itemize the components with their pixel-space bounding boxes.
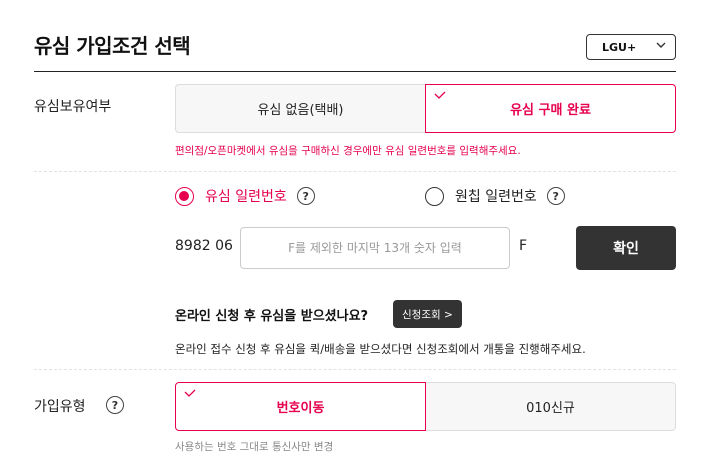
signup-type-note: 사용하는 번호 그대로 통신사만 변경	[175, 441, 334, 453]
serial-number-input[interactable]	[240, 227, 510, 269]
new-010-button[interactable]: 010신규	[426, 382, 676, 431]
radio-button-selected[interactable]	[175, 186, 194, 206]
title-divider	[34, 71, 676, 72]
confirm-button[interactable]: 확인	[576, 226, 676, 270]
new-010-label: 010신규	[526, 401, 575, 416]
usim-none-delivery-label: 유심 없음(택배)	[257, 103, 344, 118]
serial-prefix: 8982 06	[175, 238, 233, 254]
online-inquiry-question: 온라인 신청 후 유심을 받으셨나요?	[175, 309, 369, 324]
number-port-label: 번호이동	[276, 401, 325, 416]
radio-usim-serial[interactable]: 유심 일련번호 ?	[175, 186, 315, 206]
radio-button[interactable]	[425, 186, 444, 206]
application-inquiry-button[interactable]: 신청조회 >	[393, 300, 462, 328]
online-inquiry-description: 온라인 접수 신청 후 유심을 퀵/배송을 받으셨다면 신청조회에서 개통을 진…	[175, 342, 586, 356]
radio-usim-serial-label: 유심 일련번호	[205, 189, 287, 205]
usim-purchased-button[interactable]: 유심 구매 완료	[425, 84, 676, 133]
carrier-select[interactable]: LGU+	[586, 34, 676, 60]
usim-ownership-toggle: 유심 없음(택배) 유심 구매 완료	[175, 84, 676, 133]
section-divider	[34, 171, 676, 172]
page-title: 유심 가입조건 선택	[34, 34, 191, 58]
usim-ownership-label: 유심보유여부	[34, 99, 112, 115]
signup-type-label: 가입유형	[34, 399, 86, 415]
help-icon[interactable]: ?	[106, 396, 124, 414]
help-icon[interactable]: ?	[296, 187, 315, 205]
chevron-down-icon	[656, 42, 666, 48]
carrier-select-value: LGU+	[602, 40, 637, 54]
check-icon	[434, 91, 446, 99]
radio-onechip-serial[interactable]: 원칩 일련번호 ?	[425, 186, 565, 206]
usim-ownership-note: 편의점/오픈마켓에서 유심을 구매하신 경우에만 유심 일련번호를 입력해주세요…	[175, 145, 521, 157]
check-icon	[184, 389, 196, 397]
help-icon[interactable]: ?	[546, 187, 565, 205]
usim-purchased-label: 유심 구매 완료	[510, 103, 591, 118]
radio-onechip-serial-label: 원칩 일련번호	[455, 189, 537, 205]
usim-none-delivery-button[interactable]: 유심 없음(택배)	[175, 84, 425, 133]
number-port-button[interactable]: 번호이동	[175, 382, 426, 431]
signup-type-toggle: 번호이동 010신규	[175, 382, 676, 431]
section-divider	[34, 369, 676, 370]
serial-suffix: F	[519, 238, 528, 254]
